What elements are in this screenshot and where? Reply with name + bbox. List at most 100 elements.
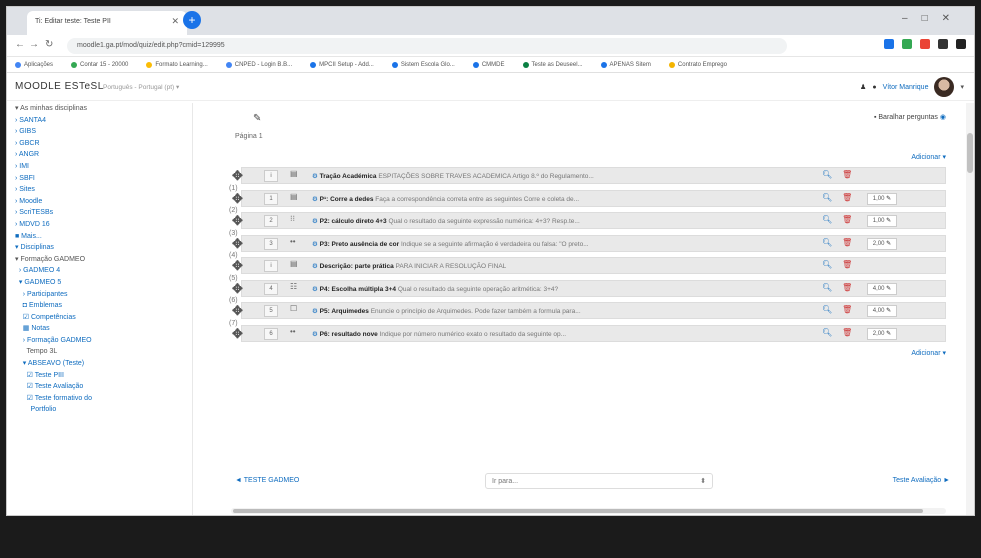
edit-pencil-icon[interactable]: ✎ [253,113,261,124]
extension-icon[interactable] [938,39,948,49]
delete-icon[interactable]: 🗑︎ [842,260,852,269]
horizontal-scrollbar[interactable] [231,508,946,514]
avatar[interactable] [934,77,955,97]
preview-icon[interactable]: 🔍︎ [822,328,832,337]
page-break-marker[interactable]: (5) [229,275,238,282]
bookmark-item[interactable]: Contrato Emprego [668,61,727,68]
edit-pencil-icon[interactable]: ✎ [886,241,891,247]
sidebar-item[interactable]: ☑ Teste Avaliação [15,381,192,393]
page-break-marker[interactable]: (2) [229,207,238,214]
cog-icon[interactable]: ⚙ [312,286,318,293]
sidebar-item[interactable]: › GADMEO 4 [15,265,192,277]
sidebar-item[interactable]: ◘ Emblemas [15,300,192,312]
add-menu-link-bottom[interactable]: Adicionar ▾ [911,349,946,357]
cog-icon[interactable]: ⚙ [312,173,318,180]
edit-pencil-icon[interactable]: ✎ [886,218,891,224]
question-title[interactable]: P3: Preto ausência de cor [320,241,399,248]
question-row[interactable]: ✥ 2 ⁝⁝ ⚙ P2: cálculo direto 4+3 Qual o resu… [232,212,946,229]
extension-icon[interactable] [956,39,966,49]
question-row[interactable]: ✥ i ▤ ⚙ Tração Académica ESPITAÇÕES SOBRE T… [232,167,946,184]
sidebar-item[interactable]: › MDVD 16 [15,219,192,231]
vertical-scrollbar[interactable] [966,103,974,515]
move-icon[interactable]: ✥ [232,213,243,229]
question-text[interactable]: ⚙ P4: Escolha múltipla 3+4 Qual o result… [312,285,722,293]
user-menu[interactable]: ♟ ● Vítor Manrique ▾ [860,77,964,97]
move-icon[interactable]: ✥ [232,303,243,319]
sidebar-item[interactable]: › ANGR [15,149,192,161]
preview-icon[interactable]: 🔍︎ [822,238,832,247]
help-icon[interactable]: ◉ [940,114,946,121]
reload-icon[interactable]: ↻ [45,39,53,50]
preview-icon[interactable]: 🔍︎ [822,260,832,269]
question-row[interactable]: ✥ 3 •• ⚙ P3: Preto ausência de cor Indique … [232,234,946,252]
max-mark-field[interactable]: 4,00 ✎ [867,305,897,317]
shuffle-questions-toggle[interactable]: ▪ Baralhar perguntas ◉ [874,113,946,121]
move-icon[interactable]: ✥ [232,281,243,297]
close-tab-icon[interactable]: ✕ [171,16,179,27]
delete-icon[interactable]: 🗑︎ [842,328,852,337]
max-mark-field[interactable]: 1,00 ✎ [867,215,897,227]
sidebar-item[interactable]: › SBFI [15,173,192,185]
max-mark-field[interactable]: 4,00 ✎ [867,282,897,295]
delete-icon[interactable]: 🗑︎ [842,283,852,292]
sidebar-item[interactable]: › Formação GADMEO [15,335,192,347]
page-break-marker[interactable]: (3) [229,230,238,237]
sidebar-item[interactable]: › ScriTESBs [15,207,192,219]
preview-icon[interactable]: 🔍︎ [822,305,832,314]
bookmark-item[interactable]: MPCII Setup - Add... [310,61,374,68]
question-text[interactable]: ⚙ P3: Preto ausência de cor Indique se a… [312,240,722,248]
bookmark-item[interactable]: Contar 15 - 20000 [71,61,128,68]
sidebar-item[interactable]: › Moodle [15,196,192,208]
question-title[interactable]: P5: Arquimedes [320,308,369,315]
delete-icon[interactable]: 🗑︎ [842,215,852,224]
next-activity-link[interactable]: Teste Avaliação ► [893,477,950,484]
question-row[interactable]: ✥ 1 ▤ ⚙ P¹: Corre a dedes Faça a correspond… [232,189,946,207]
cog-icon[interactable]: ⚙ [312,241,318,248]
extension-icon[interactable] [920,39,930,49]
language-menu[interactable]: Português - Portugal (pt) ▾ [103,83,179,91]
edit-pencil-icon[interactable]: ✎ [886,308,891,314]
chat-icon[interactable]: ● [872,84,876,91]
edit-pencil-icon[interactable]: ✎ [886,196,891,202]
question-title[interactable]: Tração Académica [320,173,377,180]
question-title[interactable]: P2: cálculo direto 4+3 [320,218,387,225]
question-row[interactable]: ✥ 6 •• ⚙ P6: resultado nove Indique por núm… [232,324,946,342]
bookmark-item[interactable]: Aplicações [15,61,53,68]
window-controls[interactable]: –□✕ [902,13,964,24]
bookmark-item[interactable]: APENAS Sitem [600,61,651,68]
move-icon[interactable]: ✥ [232,168,243,184]
extension-icon[interactable] [884,39,894,49]
sidebar-item[interactable]: › Participantes [15,289,192,301]
sidebar-item[interactable]: › Sites [15,184,192,196]
site-brand[interactable]: MOODLE ESTeSL [15,81,104,92]
sidebar-item[interactable]: ■ Mais... [15,231,192,243]
preview-icon[interactable]: 🔍︎ [822,215,832,224]
question-title[interactable]: P¹: Corre a dedes [320,196,374,203]
previous-activity-link[interactable]: ◄ TESTE GADMEO [235,477,299,484]
edit-pencil-icon[interactable]: ✎ [886,286,891,292]
new-tab-button[interactable]: + [183,11,201,29]
page-break-marker[interactable]: (7) [229,320,238,327]
page-break-marker[interactable]: (6) [229,297,238,304]
cog-icon[interactable]: ⚙ [312,263,318,270]
delete-icon[interactable]: 🗑︎ [842,305,852,314]
chevron-down-icon[interactable]: ▾ [960,83,964,91]
sidebar-item[interactable]: ☑ Teste formativo do [15,393,192,405]
checkbox-icon[interactable]: ▪ [874,114,876,121]
question-text[interactable]: ⚙ P¹: Corre a dedes Faça a correspondênc… [312,195,722,203]
question-row[interactable]: ✥ 4 ☷ ⚙ P4: Escolha múltipla 3+4 Qual o res… [232,279,946,297]
question-row[interactable]: ✥ i ▤ ⚙ Descrição: parte prática PARA INICI… [232,257,946,274]
delete-icon[interactable]: 🗑︎ [842,170,852,179]
move-icon[interactable]: ✥ [232,191,243,207]
delete-icon[interactable]: 🗑︎ [842,238,852,247]
cog-icon[interactable]: ⚙ [312,218,318,225]
sidebar-item[interactable]: › GIBS [15,126,192,138]
max-mark-field[interactable]: 2,00 ✎ [867,237,897,250]
question-text[interactable]: ⚙ P5: Arquimedes Enuncie o princípio de … [312,307,722,315]
page-break-marker[interactable]: (1) [229,185,238,192]
user-name[interactable]: Vítor Manrique [883,84,929,91]
sidebar-item[interactable]: › GBCR [15,138,192,150]
bookmark-item[interactable]: Formato Learning... [146,61,208,68]
question-text[interactable]: ⚙ Tração Académica ESPITAÇÕES SOBRE TRAV… [312,172,722,180]
add-menu-link[interactable]: Adicionar ▾ [911,153,946,161]
